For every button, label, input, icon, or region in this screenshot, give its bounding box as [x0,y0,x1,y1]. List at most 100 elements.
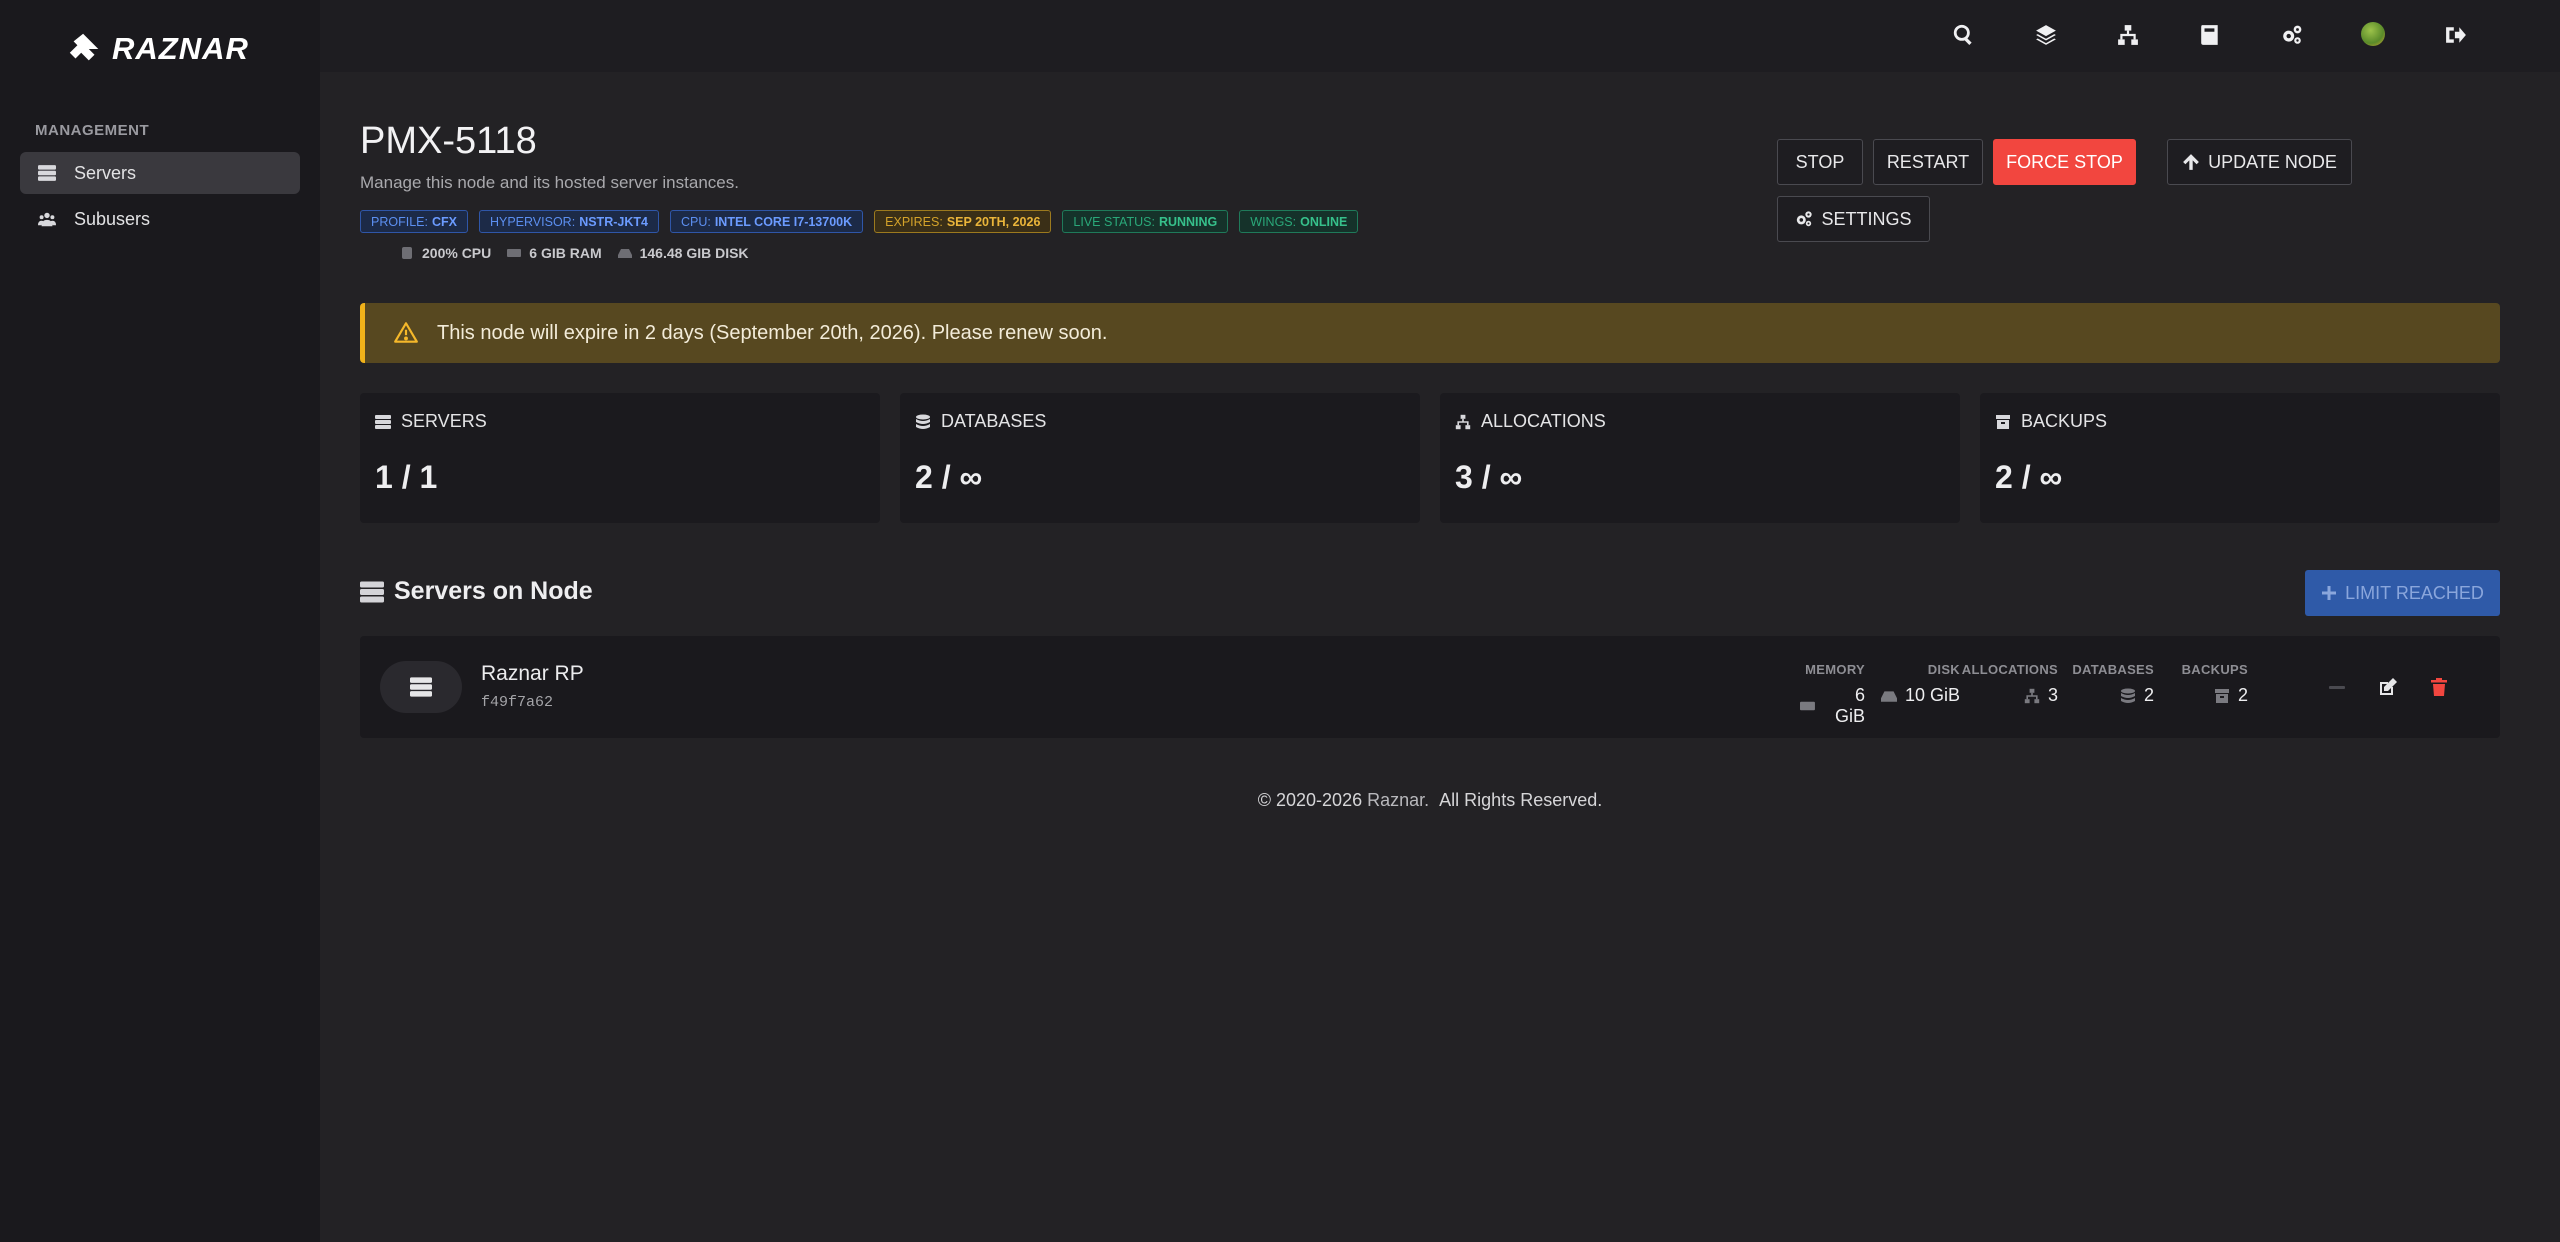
minus-icon[interactable] [2324,674,2350,700]
badge-key: EXPIRES: [885,214,943,229]
page-subtitle: Manage this node and its hosted server i… [360,173,739,192]
footer-copyright: © 2020-2026 [1257,790,1363,810]
metric-label: MEMORY [1805,662,1865,677]
server-list-icon [375,414,391,429]
metric-backups: BACKUPS 2 [2168,662,2248,706]
stat-card-servers: SERVERS 1 / 1 [360,393,880,523]
warning-icon [394,322,418,343]
raznar-logo-icon [69,33,99,61]
node-badges: PROFILE: CFX HYPERVISOR: NSTR-JKT4 CPU: INT… [360,210,1359,233]
book-icon[interactable] [2197,22,2223,48]
stat-card-backups: BACKUPS 2 / ∞ [1980,393,2500,523]
arrow-up-icon [2183,154,2200,170]
expiry-alert: This node will expire in 2 days (Septemb… [360,303,2500,363]
hdd-icon [1880,690,1897,702]
sidebar-item-label: Subusers [74,208,151,229]
network-icon [2024,688,2040,703]
metric-value: 2 [2143,685,2154,705]
metric-label: DISK [1927,662,1960,677]
restart-button[interactable]: RESTART [1873,139,1983,185]
memory-icon [1800,701,1815,711]
sidebar-item-servers[interactable]: Servers [20,152,300,194]
brand-logo[interactable]: RAZNAR [66,28,249,70]
sidebar-item-label: Servers [74,162,137,183]
badge-value: SEP 20TH, 2026 [946,214,1041,229]
cogs-icon[interactable] [2279,22,2305,48]
metric-value: 6 GiB [1834,685,1865,726]
layers-icon[interactable] [2033,22,2059,48]
sidebar-item-subusers[interactable]: Subusers [20,198,300,240]
resource-cpu: 200% CPU [400,245,491,261]
metric-value: 3 [2047,685,2058,705]
archive-icon [1996,414,2010,429]
force-stop-button[interactable]: FORCE STOP [1993,139,2136,185]
badge-key: HYPERVISOR: [489,214,576,229]
badge-wings: WINGS: ONLINE [1239,210,1359,233]
badge-profile: PROFILE: CFX [360,210,468,233]
card-header: ALLOCATIONS [1455,411,1606,432]
footer: © 2020-2026 Raznar. All Rights Reserved. [0,790,2560,811]
badge-value: NSTR-JKT4 [579,214,648,229]
card-header: DATABASES [915,411,1046,432]
node-resources: 200% CPU 6 GIB RAM 146.48 GIB DISK [400,245,749,261]
update-node-button[interactable]: UPDATE NODE [2167,139,2352,185]
network-icon[interactable] [2115,22,2141,48]
metric-databases: DATABASES 2 [2072,662,2154,706]
avatar[interactable] [2361,22,2385,46]
section-title-text: Servers on Node [394,577,593,605]
sign-out-icon[interactable] [2443,22,2469,48]
resource-ram: 6 GIB RAM [507,245,602,261]
server-list-icon [360,581,384,602]
badge-value: ONLINE [1300,214,1348,229]
search-icon[interactable] [1951,22,1977,48]
trash-icon[interactable] [2426,674,2452,700]
settings-button[interactable]: SETTINGS [1777,196,1930,242]
edit-icon[interactable] [2375,674,2401,700]
badge-expires: EXPIRES: SEP 20TH, 2026 [874,210,1052,233]
users-icon [38,212,56,227]
metric-memory: MEMORY 6 GiB [1800,662,1865,727]
server-list-icon [38,165,56,181]
card-header: BACKUPS [1995,411,2107,432]
page-title: PMX-5118 [360,120,537,162]
cpu-icon [402,247,412,259]
sidebar-heading: MANAGEMENT [35,122,150,139]
server-avatar [380,661,462,713]
card-label: DATABASES [941,411,1047,431]
badge-hypervisor: HYPERVISOR: NSTR-JKT4 [478,210,659,233]
limit-reached-button[interactable]: LIMIT REACHED [2305,570,2500,616]
metric-label: DATABASES [2072,662,2154,677]
archive-icon [2214,688,2229,703]
button-label: RESTART [1886,151,1970,172]
database-icon [916,414,930,429]
server-id: f49f7a62 [481,694,554,711]
card-value: 2 / ∞ [915,459,983,495]
footer-rights: All Rights Reserved. [1439,790,1603,810]
metric-allocations: ALLOCATIONS 3 [1960,662,2058,706]
badge-key: WINGS: [1250,214,1297,229]
resource-label: 6 GIB RAM [529,245,602,261]
metric-value: 10 GiB [1904,685,1960,705]
metric-value: 2 [2237,685,2248,705]
button-label: FORCE STOP [2006,151,2123,172]
card-label: BACKUPS [2021,411,2108,431]
badge-cpu: CPU: INTEL CORE I7-13700K [669,210,864,233]
network-icon [1455,414,1471,429]
plus-icon [2322,586,2337,600]
badge-live-status: LIVE STATUS: RUNNING [1062,210,1229,233]
footer-brand-link[interactable]: Raznar. [1367,790,1429,810]
button-label: SETTINGS [1821,208,1912,229]
stop-button[interactable]: STOP [1777,139,1863,185]
card-value: 2 / ∞ [1995,459,2063,495]
alert-message: This node will expire in 2 days (Septemb… [437,321,1108,344]
button-label: LIMIT REACHED [2345,582,2484,603]
server-row[interactable]: Raznar RP f49f7a62 MEMORY 6 GiB DISK 10 … [360,636,2500,738]
card-value: 1 / 1 [375,459,438,495]
topbar [320,0,2560,72]
section-title: Servers on Node [360,577,593,606]
resource-label: 200% CPU [422,245,492,261]
stat-card-allocations: ALLOCATIONS 3 / ∞ [1440,393,1960,523]
memory-icon [507,249,522,257]
card-value: 3 / ∞ [1455,459,1523,495]
resource-label: 146.48 GIB DISK [639,245,749,261]
